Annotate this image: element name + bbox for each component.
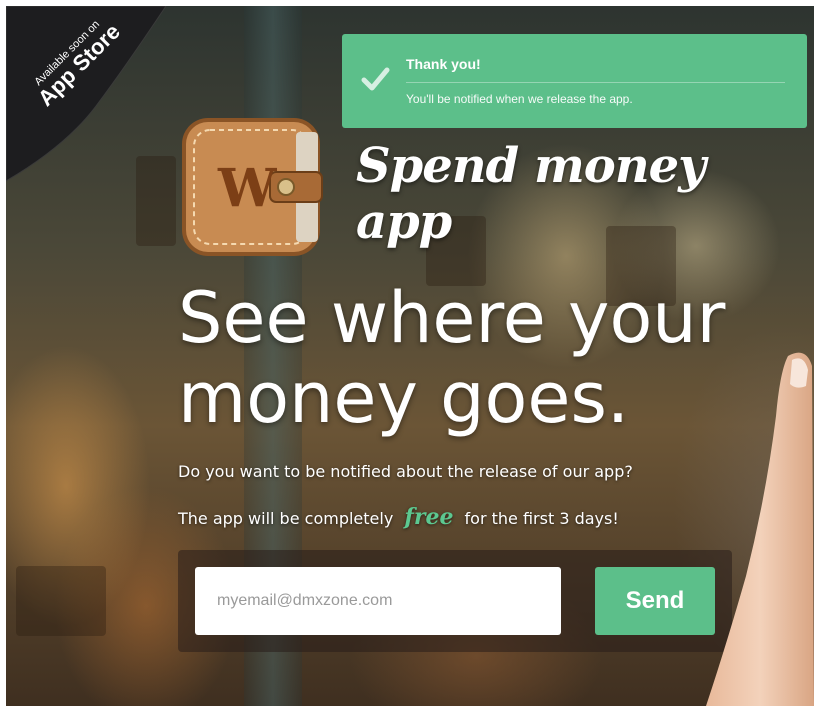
notification-title: Thank you! xyxy=(406,56,481,72)
app-icon-letter: W xyxy=(217,158,278,219)
landing-page: Available soon on App Store Thank you! Y… xyxy=(6,6,814,706)
background-window xyxy=(16,566,106,636)
hero-subtitle-2: The app will be completely free for the … xyxy=(178,504,619,530)
signup-form: Send xyxy=(178,550,732,652)
hero-headline-line2: money goes. xyxy=(178,357,630,439)
app-store-corner-badge[interactable]: Available soon on App Store xyxy=(6,6,196,196)
brand-title: Spend money app xyxy=(356,138,706,250)
notification-divider xyxy=(406,82,785,83)
free-highlight: free xyxy=(404,504,454,530)
email-input[interactable] xyxy=(195,567,561,635)
subtitle-2-before: The app will be completely xyxy=(178,509,394,528)
hero-headline: See where your money goes. xyxy=(178,278,778,438)
subtitle-2-after: for the first 3 days! xyxy=(464,509,619,528)
success-notification: Thank you! You'll be notified when we re… xyxy=(342,34,807,128)
wallet-app-icon: W xyxy=(182,118,323,256)
finger-image xyxy=(706,352,814,706)
check-icon xyxy=(361,67,390,91)
notification-message: You'll be notified when we release the a… xyxy=(406,92,633,106)
hero-subtitle-1: Do you want to be notified about the rel… xyxy=(178,462,633,481)
hero-headline-line1: See where your xyxy=(178,277,726,359)
send-button[interactable]: Send xyxy=(595,567,715,635)
